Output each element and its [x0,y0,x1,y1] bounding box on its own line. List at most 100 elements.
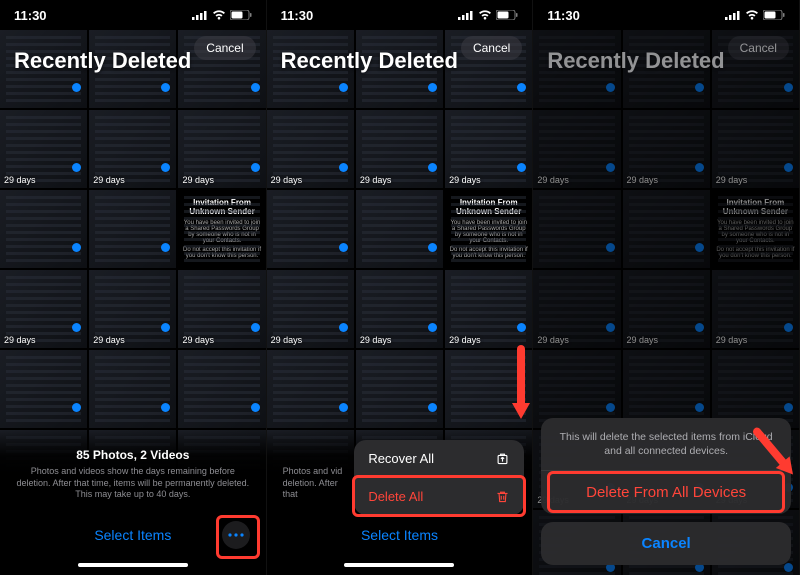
home-indicator[interactable] [344,563,454,567]
bottom-panel: 85 Photos, 2 Videos Photos and videos sh… [0,430,266,575]
grid-thumb[interactable] [356,190,443,268]
delete-all-label: Delete All [368,489,423,504]
battery-icon [496,10,518,20]
trash-icon [495,489,510,504]
days-label: 29 days [271,335,303,345]
more-options-button[interactable] [222,521,250,549]
album-title: Recently Deleted [281,48,458,74]
grid-thumb[interactable] [267,190,354,268]
grid-thumb[interactable]: 29 days [89,110,176,188]
signal-icon [458,10,474,20]
grid-thumb[interactable]: 29 days [267,270,354,348]
cancel-button[interactable]: Cancel [728,36,789,60]
cancel-button[interactable]: Cancel [194,36,255,60]
battery-icon [763,10,785,20]
grid-thumb: 29 days [533,110,620,188]
invitation-thumb[interactable]: Invitation From Unknown Sender You have … [178,190,265,268]
days-label: 29 days [360,335,392,345]
grid-thumb[interactable] [356,350,443,428]
screenshot-step-2: 11:30 Cancel Recently Deleted 29 days 29… [267,0,534,575]
home-indicator[interactable] [78,563,188,567]
album-title: Recently Deleted [14,48,191,74]
toolbar: Select Items [0,517,266,553]
days-label: 29 days [627,175,659,185]
days-label: 29 days [360,175,392,185]
grid-thumb[interactable]: 29 days [89,270,176,348]
status-time: 11:30 [547,8,580,23]
status-time: 11:30 [281,8,314,23]
recover-icon [495,451,510,466]
grid-thumb: 29 days [533,270,620,348]
days-label: 29 days [627,335,659,345]
grid-thumb[interactable] [89,350,176,428]
grid-thumb[interactable]: 29 days [356,270,443,348]
days-label: 29 days [716,335,748,345]
days-label: 29 days [716,175,748,185]
delete-from-all-devices-button[interactable]: Delete From All Devices [541,470,791,514]
grid-thumb: 29 days [623,110,710,188]
wifi-icon [478,10,492,20]
grid-thumb: 29 days [623,270,710,348]
days-label: 29 days [449,175,481,185]
grid-thumb[interactable]: 29 days [356,110,443,188]
cancel-button[interactable]: Cancel [461,36,522,60]
summary-desc: Photos and videos show the days remainin… [0,466,266,501]
grid-thumb [623,350,710,428]
status-icons [458,10,518,20]
grid-thumb [623,190,710,268]
invitation-body: You have been invited to join a Shared P… [182,220,261,244]
invitation-thumb[interactable]: Invitation From Unknown Sender You have … [445,190,532,268]
status-bar: 11:30 [0,0,266,30]
grid-thumb[interactable]: 29 days [445,110,532,188]
days-label: 29 days [4,335,36,345]
summary-count: 85 Photos, 2 Videos [76,448,189,462]
select-items-button[interactable]: Select Items [361,527,438,543]
recover-all-label: Recover All [368,451,434,466]
status-icons [725,10,785,20]
status-icons [192,10,252,20]
grid-thumb[interactable]: 29 days [0,110,87,188]
days-label: 29 days [93,175,125,185]
action-sheet-cancel-button[interactable]: Cancel [541,522,791,565]
screenshot-step-1: 11:30 Cancel Recently Deleted 29 days 29… [0,0,267,575]
delete-all-button[interactable]: Delete All [354,478,524,515]
context-menu: Recover All Delete All [354,440,524,515]
invitation-title: Invitation From Unknown Sender [716,199,795,217]
invitation-title: Invitation From Unknown Sender [182,199,261,217]
ellipsis-icon [228,533,244,537]
grid-thumb[interactable]: 29 days [178,270,265,348]
invitation-body: You have been invited to join a Shared P… [449,220,528,244]
grid-thumb[interactable]: 29 days [0,270,87,348]
screenshot-step-3: 11:30 Cancel Recently Deleted 29 days 29… [533,0,800,575]
grid-thumb[interactable]: 29 days [267,110,354,188]
wifi-icon [212,10,226,20]
grid-thumb[interactable]: 29 days [178,110,265,188]
status-bar: 11:30 [267,0,533,30]
album-title: Recently Deleted [547,48,724,74]
grid-thumb[interactable] [0,350,87,428]
grid-thumb[interactable] [178,350,265,428]
invitation-title: Invitation From Unknown Sender [449,199,528,217]
days-label: 29 days [271,175,303,185]
wifi-icon [745,10,759,20]
days-label: 29 days [182,335,214,345]
days-label: 29 days [537,175,569,185]
grid-thumb[interactable] [89,190,176,268]
invitation-warn: Do not accept this invitation if you don… [449,247,528,259]
annotation-arrow-icon [508,345,533,425]
toolbar: Select Items [267,517,533,553]
invitation-warn: Do not accept this invitation if you don… [182,247,261,259]
battery-icon [230,10,252,20]
grid-thumb[interactable] [267,350,354,428]
recover-all-button[interactable]: Recover All [354,440,524,478]
grid-thumb [712,350,799,428]
grid-thumb[interactable]: 29 days [445,270,532,348]
select-items-button[interactable]: Select Items [94,527,171,543]
grid-thumb [533,190,620,268]
signal-icon [192,10,208,20]
days-label: 29 days [449,335,481,345]
status-bar: 11:30 [533,0,799,30]
invitation-thumb: Invitation From Unknown Sender You have … [712,190,799,268]
grid-thumb[interactable] [0,190,87,268]
invitation-body: You have been invited to join a Shared P… [716,220,795,244]
